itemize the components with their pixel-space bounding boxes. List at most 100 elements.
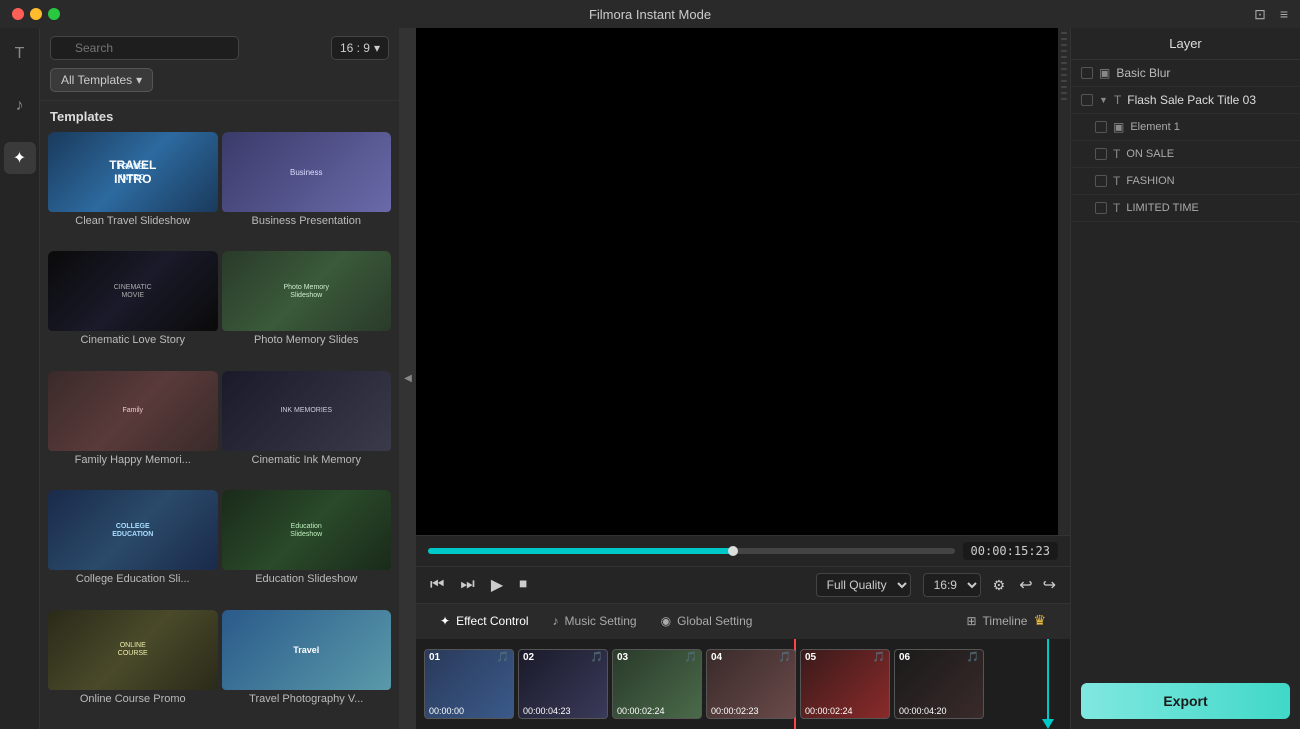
clip-icon-3: 🎵: [685, 652, 697, 663]
template-thumb-3: Photo Memory Slideshow: [222, 251, 392, 331]
step-forward-button[interactable]: ⏭: [458, 574, 476, 596]
stop-button[interactable]: ⏹: [517, 574, 529, 596]
template-name-4: Family Happy Memori...: [48, 451, 218, 469]
redo-button[interactable]: ↪: [1041, 573, 1058, 597]
scroll-tick-7: [1061, 68, 1067, 70]
layer-item-element1[interactable]: ▣ Element 1: [1071, 114, 1300, 141]
template-image-8: ONLINE COURSE: [48, 610, 218, 690]
traffic-lights: [12, 8, 60, 20]
timeline-clip-1[interactable]: 01 00:00:00 🎵: [424, 649, 514, 719]
clip-thumb-3: 03 00:00:02:24 🎵: [613, 650, 701, 718]
clip-time-4: 00:00:02:23: [711, 706, 759, 716]
sidebar-item-audio[interactable]: ♪: [4, 90, 36, 122]
template-thumb-1: Business: [222, 132, 392, 212]
template-thumb-9: Travel: [222, 610, 392, 690]
layer-text-icon-on-sale: T: [1113, 147, 1120, 161]
save-icon[interactable]: ⊡: [1254, 6, 1266, 23]
template-image-4: Family: [48, 371, 218, 451]
playback-controls: ⏮ ⏭ ▶ ⏹ Full Quality 16:9 ⚙ ↩ ↪: [416, 566, 1070, 603]
music-setting-icon: ♪: [553, 614, 559, 628]
layer-checkbox-on-sale[interactable]: [1095, 148, 1107, 160]
template-item-6[interactable]: COLLEGE EDUCATION College Education Sli.…: [48, 490, 218, 605]
layer-item-limited-time[interactable]: T LIMITED TIME: [1071, 195, 1300, 222]
maximize-button[interactable]: [48, 8, 60, 20]
layer-checkbox-element1[interactable]: [1095, 121, 1107, 133]
tab-effect-control[interactable]: ✦ Effect Control: [428, 604, 541, 639]
preview-area: [416, 28, 1058, 535]
menu-icon[interactable]: ≡: [1280, 6, 1288, 22]
tab-global-setting[interactable]: ◉ Global Setting: [649, 604, 765, 639]
template-image-2: CINEMATIC MOVIE: [48, 251, 218, 331]
layer-checkbox-limited-time[interactable]: [1095, 202, 1107, 214]
layer-label-element1: Element 1: [1130, 121, 1180, 133]
template-name-8: Online Course Promo: [48, 690, 218, 708]
export-button[interactable]: Export: [1081, 683, 1290, 719]
quality-select[interactable]: Full Quality: [816, 573, 911, 597]
play-button[interactable]: ▶: [489, 573, 505, 597]
template-item-1[interactable]: Business Business Presentation: [222, 132, 392, 247]
timeline-clip-5[interactable]: 05 00:00:02:24 🎵: [800, 649, 890, 719]
expand-arrow-flash-sale[interactable]: ▼: [1099, 95, 1108, 105]
undo-button[interactable]: ↩: [1017, 573, 1034, 597]
scroll-tick-10: [1061, 86, 1067, 88]
clip-number-6: 06: [899, 652, 910, 663]
template-image-5: INK MEMORIES: [222, 371, 392, 451]
aspect-ratio-button[interactable]: 16 : 9 ▾: [331, 36, 389, 60]
template-name-6: College Education Sli...: [48, 570, 218, 588]
arrow-head: [1042, 719, 1054, 729]
template-item-8[interactable]: ONLINE COURSE Online Course Promo: [48, 610, 218, 725]
layer-checkbox-fashion[interactable]: [1095, 175, 1107, 187]
template-item-3[interactable]: Photo Memory Slideshow Photo Memory Slid…: [222, 251, 392, 366]
timeline-clip-6[interactable]: 06 00:00:04:20 🎵: [894, 649, 984, 719]
search-input[interactable]: [50, 36, 239, 60]
chevron-down-icon: ▾: [374, 41, 380, 55]
progress-handle[interactable]: [728, 546, 738, 556]
template-thumb-7: Education Slideshow: [222, 490, 392, 570]
template-item-9[interactable]: Travel Travel Photography V...: [222, 610, 392, 725]
search-row: 🔍 16 : 9 ▾: [50, 36, 389, 60]
timeline-premium-icon: ♛: [1033, 612, 1046, 629]
layer-checkbox-basic-blur[interactable]: [1081, 67, 1093, 79]
effects-icon: ✦: [13, 148, 26, 168]
sidebar-item-text[interactable]: T: [4, 38, 36, 70]
template-name-0: Clean Travel Slideshow: [48, 212, 218, 230]
template-item-0[interactable]: TRAVEL INTRO Clean Travel Slideshow: [48, 132, 218, 247]
template-item-7[interactable]: Education Slideshow Education Slideshow: [222, 490, 392, 605]
timeline-clip-2[interactable]: 02 00:00:04:23 🎵: [518, 649, 608, 719]
timeline-area: 01 00:00:00 🎵 02 00:00:04:23 🎵 03 00:00:…: [416, 639, 1070, 729]
template-item-4[interactable]: Family Family Happy Memori...: [48, 371, 218, 486]
bottom-tabs: ✦ Effect Control ♪ Music Setting ◉ Globa…: [416, 603, 1070, 639]
aspect-select[interactable]: 16:9: [923, 573, 981, 597]
effect-control-label: Effect Control: [456, 614, 528, 628]
clip-number-4: 04: [711, 652, 722, 663]
progress-bar[interactable]: [428, 548, 955, 554]
timeline-clip-4[interactable]: 04 00:00:02:23 🎵: [706, 649, 796, 719]
clip-thumb-5: 05 00:00:02:24 🎵: [801, 650, 889, 718]
layer-item-fashion[interactable]: T FASHION: [1071, 168, 1300, 195]
all-templates-button[interactable]: All Templates ▾: [50, 68, 153, 92]
template-item-2[interactable]: CINEMATIC MOVIE Cinematic Love Story: [48, 251, 218, 366]
tool-sidebar: T ♪ ✦: [0, 28, 40, 729]
close-button[interactable]: [12, 8, 24, 20]
collapse-panel-button[interactable]: ◀: [400, 28, 416, 729]
layer-item-on-sale[interactable]: T ON SALE: [1071, 141, 1300, 168]
clip-time-2: 00:00:04:23: [523, 706, 571, 716]
template-item-5[interactable]: INK MEMORIES Cinematic Ink Memory: [222, 371, 392, 486]
sidebar-item-effects[interactable]: ✦: [4, 142, 36, 174]
template-thumb-0: TRAVEL INTRO: [48, 132, 218, 212]
settings-button[interactable]: ⚙: [993, 577, 1006, 594]
layer-checkbox-flash-sale[interactable]: [1081, 94, 1093, 106]
layer-label-limited-time: LIMITED TIME: [1126, 202, 1199, 214]
layer-item-flash-sale[interactable]: ▼ T Flash Sale Pack Title 03: [1071, 87, 1300, 114]
rewind-button[interactable]: ⏮: [428, 574, 446, 596]
timeline-clip-3[interactable]: 03 00:00:02:24 🎵: [612, 649, 702, 719]
layer-item-basic-blur[interactable]: ▣ Basic Blur: [1071, 60, 1300, 87]
global-setting-icon: ◉: [661, 614, 671, 628]
layer-list: ▣ Basic Blur ▼ T Flash Sale Pack Title 0…: [1071, 60, 1300, 673]
scroll-tick-9: [1061, 80, 1067, 82]
scroll-tick-2: [1061, 38, 1067, 40]
tab-timeline[interactable]: ⊞ Timeline ♛: [954, 604, 1058, 639]
tab-music-setting[interactable]: ♪ Music Setting: [541, 604, 649, 639]
minimize-button[interactable]: [30, 8, 42, 20]
effect-control-icon: ✦: [440, 614, 450, 628]
